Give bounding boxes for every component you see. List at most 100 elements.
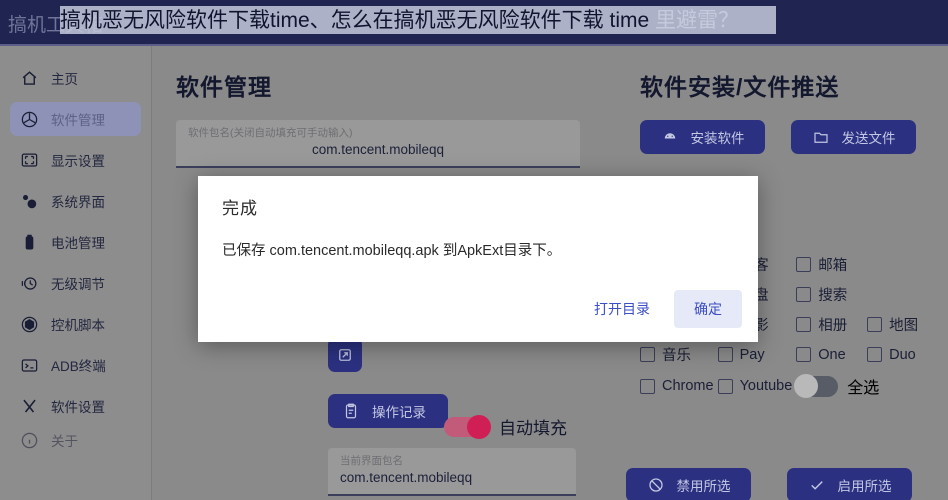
- checkbox-box: [717, 378, 733, 394]
- battery-icon: [20, 233, 39, 252]
- checkbox-item[interactable]: Youtube: [717, 374, 793, 398]
- checkbox-item[interactable]: One: [796, 344, 863, 365]
- sidebar-item-label: 显示设置: [51, 154, 105, 169]
- checkbox-item[interactable]: 音乐: [640, 344, 714, 365]
- sidebar-item-adb-terminal[interactable]: ADB终端: [10, 348, 141, 382]
- checkbox-box: [867, 317, 883, 332]
- gears-icon: [20, 192, 39, 211]
- enable-selected-label: 启用所选: [837, 479, 892, 494]
- switch-knob: [794, 373, 819, 398]
- checkbox-box: [717, 347, 733, 362]
- package-name-input[interactable]: 软件包名(关闭自动填充可手动输入) com.tencent.mobileqq: [176, 120, 580, 168]
- page-banner: 搞机工具箱 搞机恶无风险软件下载time、怎么在搞机恶无风险软件下载 time …: [0, 0, 948, 46]
- current-package-label: 当前界面包名: [340, 455, 403, 467]
- package-name-label: 软件包名(关闭自动填充可手动输入): [188, 127, 353, 139]
- operation-log-button[interactable]: 操作记录: [328, 394, 448, 428]
- dial-icon: [20, 274, 39, 293]
- checkbox-item[interactable]: 搜索: [796, 284, 863, 305]
- checkbox-label: Youtube: [739, 378, 793, 394]
- sidebar-item-about[interactable]: 关于: [10, 430, 141, 450]
- install-software-label: 安装软件: [690, 131, 745, 146]
- install-software-button[interactable]: 安装软件: [640, 120, 765, 154]
- terminal-icon: [20, 356, 39, 375]
- sidebar-item-label: 软件管理: [51, 113, 105, 128]
- checkbox-item[interactable]: Pay: [717, 344, 793, 365]
- sidebar: 主页 软件管理 显示设置 系统界面 电池管理 无级调节 控机脚本 ADB终端 软…: [0, 46, 152, 500]
- disable-selected-button[interactable]: 禁用所选: [626, 468, 751, 500]
- sidebar-item-label: 无级调节: [51, 277, 105, 292]
- sidebar-item-system-ui[interactable]: 系统界面: [10, 184, 141, 218]
- home-icon: [20, 69, 39, 88]
- sidebar-item-label: 电池管理: [51, 236, 105, 251]
- install-push-buttons: 安装软件 发送文件: [640, 120, 934, 154]
- checkbox-item[interactable]: 邮箱: [796, 254, 863, 275]
- package-icon: [20, 110, 39, 129]
- sidebar-item-software-manage[interactable]: 软件管理: [10, 102, 141, 136]
- checkbox-box: [796, 257, 812, 272]
- checkbox-box: [796, 317, 812, 332]
- checkbox-box: [796, 287, 812, 302]
- sidebar-item-battery[interactable]: 电池管理: [10, 225, 141, 259]
- banner-title-tail: 里避雷？: [649, 9, 740, 32]
- current-package-field[interactable]: 当前界面包名 com.tencent.mobileqq: [328, 448, 576, 496]
- auto-fill-toggle-row: 自动填充: [444, 414, 567, 439]
- checkbox-item[interactable]: 地图: [867, 314, 934, 335]
- sidebar-item-home[interactable]: 主页: [10, 61, 141, 95]
- sidebar-item-label: 关于: [51, 434, 78, 449]
- send-file-button[interactable]: 发送文件: [791, 120, 916, 154]
- checkbox-box: [867, 347, 883, 362]
- dialog-message: 已保存 com.tencent.mobileqq.apk 到ApkExt目录下。: [222, 243, 562, 259]
- checkbox-box: [640, 378, 655, 394]
- bulk-action-buttons: 禁用所选 启用所选: [626, 468, 912, 500]
- select-all-switch[interactable]: [794, 373, 839, 398]
- sidebar-item-display-settings[interactable]: 显示设置: [10, 143, 141, 177]
- checkbox-label: Chrome: [662, 378, 714, 394]
- send-file-label: 发送文件: [841, 131, 896, 146]
- checkbox-box: [640, 347, 655, 362]
- tools-icon: [20, 397, 39, 416]
- banner-title: 搞机恶无风险软件下载time、怎么在搞机恶无风险软件下载 time 里避雷？: [60, 8, 739, 34]
- checkbox-label: 音乐: [662, 348, 691, 364]
- sidebar-item-software-settings[interactable]: 软件设置: [10, 389, 141, 423]
- checkbox-label: Duo: [889, 346, 916, 363]
- confirm-button[interactable]: 确定: [674, 290, 742, 328]
- checkbox-item-spacer: [867, 254, 934, 275]
- checkbox-box: [796, 347, 812, 362]
- checkbox-label: 搜索: [818, 288, 848, 304]
- checkbox-label: Pay: [739, 346, 765, 363]
- sidebar-item-label: 系统界面: [51, 195, 105, 210]
- sidebar-item-stepless-adjust[interactable]: 无级调节: [10, 266, 141, 300]
- sidebar-item-label: 主页: [51, 72, 78, 87]
- checkbox-item[interactable]: Duo: [867, 344, 934, 365]
- app-window: 搞机工具箱 搞机恶无风险软件下载time、怎么在搞机恶无风险软件下载 time …: [0, 0, 948, 500]
- checkbox-item[interactable]: Chrome: [640, 374, 714, 398]
- checkbox-label: 相册: [818, 318, 848, 334]
- disable-selected-label: 禁用所选: [676, 479, 731, 494]
- checkbox-item[interactable]: 相册: [796, 314, 863, 335]
- package-name-value: com.tencent.mobileqq: [311, 142, 445, 157]
- operation-log-label: 操作记录: [372, 405, 426, 420]
- auto-fill-label: 自动填充: [499, 419, 567, 438]
- select-all-label: 全选: [847, 380, 880, 397]
- dialog-actions: 打开目录 确定: [580, 290, 742, 328]
- current-package-value: com.tencent.mobileqq: [340, 470, 473, 485]
- checkbox-label: 邮箱: [818, 258, 848, 274]
- open-directory-button[interactable]: 打开目录: [580, 291, 664, 327]
- checkbox-label: One: [818, 346, 846, 363]
- sidebar-item-label: 控机脚本: [51, 318, 105, 333]
- page-title: 软件管理: [176, 74, 272, 100]
- open-app-button[interactable]: [328, 338, 362, 372]
- sidebar-item-label: 软件设置: [51, 400, 105, 415]
- auto-fill-switch[interactable]: [444, 414, 491, 439]
- dialog-title: 完成: [222, 199, 258, 218]
- install-panel-title: 软件安装/文件推送: [640, 74, 840, 100]
- checkbox-item-spacer: [867, 284, 934, 305]
- info-icon: [20, 431, 39, 450]
- banner-title-main: 搞机恶无风险软件下载time、怎么在搞机恶无风险软件下载 time: [60, 9, 650, 32]
- select-all-row: 全选: [794, 373, 934, 398]
- switch-knob: [467, 414, 491, 439]
- sidebar-item-control-script[interactable]: 控机脚本: [10, 307, 141, 341]
- enable-selected-button[interactable]: 启用所选: [787, 468, 912, 500]
- completion-dialog: 完成 已保存 com.tencent.mobileqq.apk 到ApkExt目…: [198, 176, 758, 342]
- checkbox-label: 地图: [889, 318, 919, 334]
